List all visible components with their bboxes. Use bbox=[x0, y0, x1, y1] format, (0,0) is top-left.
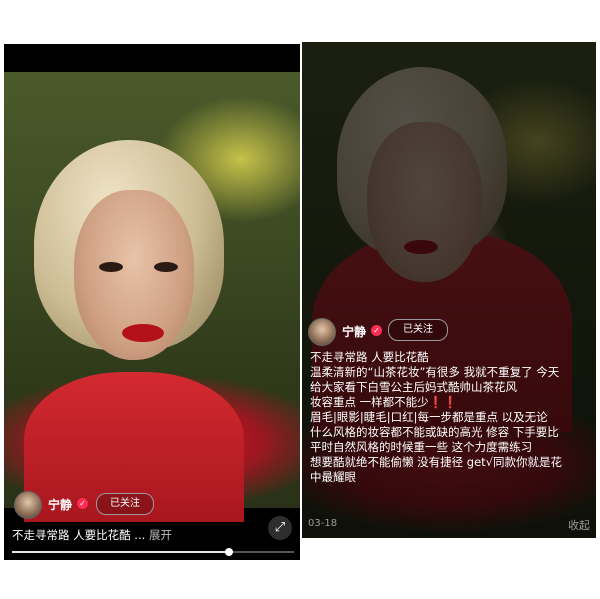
description-line: 什么风格的妆容都不能或缺的高光 修容 下手要比 bbox=[310, 425, 559, 439]
avatar[interactable] bbox=[14, 491, 42, 519]
follow-button[interactable]: 已关注 bbox=[388, 319, 448, 341]
avatar[interactable] bbox=[308, 318, 336, 346]
description-line: 温柔清新的“山茶花妆”有很多 我就不重复了 今天 bbox=[310, 365, 560, 379]
right-eye bbox=[154, 262, 178, 272]
verified-badge-icon: ✓ bbox=[371, 325, 382, 336]
description-line: 眉毛|眼影|睫毛|口红|每一步都是重点 以及无论 bbox=[310, 410, 548, 424]
expanded-caption-panel: 宁静 ✓ 已关注 不走寻常路 人要比花酷 温柔清新的“山茶花妆”有很多 我就不重… bbox=[302, 42, 596, 538]
username[interactable]: 宁静 bbox=[342, 323, 366, 340]
description-line: 想要酷就绝不能偷懒 没有捷径 get√同款你就是花 bbox=[310, 455, 563, 469]
progress-knob[interactable] bbox=[225, 548, 234, 556]
description-line: 不走寻常路 人要比花酷 bbox=[310, 350, 429, 364]
username[interactable]: 宁静 bbox=[48, 496, 72, 513]
lips bbox=[404, 240, 438, 254]
follow-button[interactable]: 已关注 bbox=[96, 493, 154, 515]
fullscreen-expand-icon[interactable]: ⤢ bbox=[268, 516, 292, 540]
left-eye bbox=[99, 262, 123, 272]
caption-text: 不走寻常路 人要比花酷 ... bbox=[12, 528, 146, 542]
video-player-panel: 宁静 ✓ 已关注 不走寻常路 人要比花酷 ... 展开 ⤢ bbox=[4, 44, 300, 560]
description-line: 中最耀眼 bbox=[310, 470, 356, 484]
face bbox=[367, 122, 482, 282]
lips bbox=[122, 324, 164, 342]
caption: 不走寻常路 人要比花酷 ... 展开 bbox=[12, 527, 172, 543]
full-description: 不走寻常路 人要比花酷 温柔清新的“山茶花妆”有很多 我就不重复了 今天 给大家… bbox=[310, 350, 592, 485]
collapse-link[interactable]: 收起 bbox=[568, 517, 590, 533]
description-line: 妆容重点 一样都不能少❗❗ bbox=[310, 395, 458, 409]
expand-caption-link[interactable]: 展开 bbox=[149, 528, 172, 542]
description-line: 平时自然风格的时候重一些 这个力度需练习 bbox=[310, 440, 533, 454]
progress-fill bbox=[12, 551, 230, 553]
description-line: 给大家看下白雪公主后妈式酷帅山茶花风 bbox=[310, 380, 517, 394]
video-frame[interactable] bbox=[4, 72, 300, 522]
progress-bar[interactable] bbox=[12, 548, 294, 556]
post-date: 03-18 bbox=[308, 518, 338, 529]
verified-badge-icon: ✓ bbox=[77, 498, 88, 509]
